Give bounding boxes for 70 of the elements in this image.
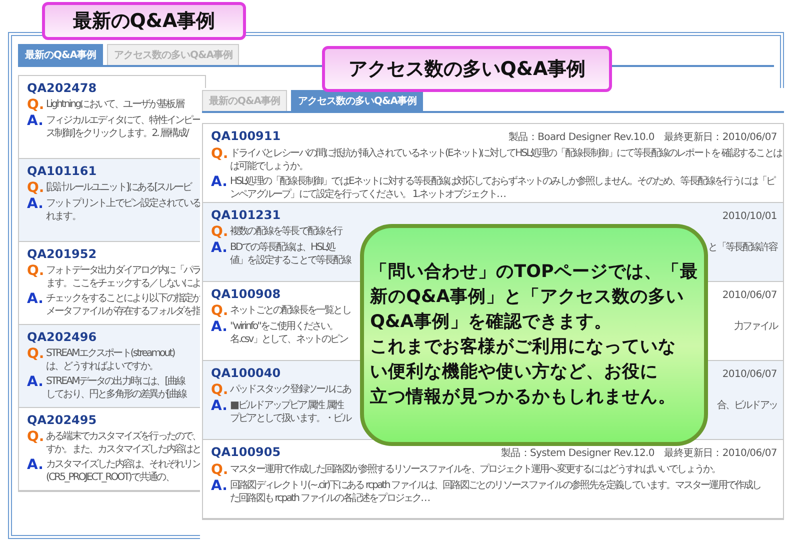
answer-text: と「等長配線許容 (708, 241, 777, 254)
product-date-text: 製品：Board Designer Rev.10.0 最終更新日：2010/06/07 (508, 130, 777, 144)
answer-text: れます。 (46, 210, 80, 223)
qa-id-link[interactable]: QA100911 (211, 129, 281, 143)
question-text: ます。ここをチェックする／しないによ (46, 277, 201, 290)
answer-mark-icon: A. (27, 375, 43, 401)
question-text: [設計ルールユニット]にある[スルービ (46, 181, 192, 194)
answer-mark-icon: A. (27, 292, 43, 318)
answer-text: ス制御]をクリックします。2. 層構成/ (46, 127, 188, 140)
question-mark-icon: Q. (27, 181, 43, 195)
question-text: Lightningにおいて、ユーザが基板層 (46, 98, 184, 111)
question-text: ある端末でカスタマイズを行ったので、 (46, 430, 201, 443)
answer-text: STREAMデータの出力時には、[曲線 (46, 375, 184, 388)
answer-text: プビアとして扱います。・ビル (230, 412, 350, 425)
answer-mark-icon: A. (211, 175, 227, 201)
answer-text: た回路図も rcpath ファイルの各記述をプロジェク… (230, 492, 430, 505)
question-text: STREAMエクスポート(streamout) (46, 347, 174, 360)
question-mark-icon: Q. (211, 225, 227, 239)
answer-text: "wirinfo"をご使用ください。 (230, 320, 338, 333)
info-text: 「問い合わせ」のTOPページでは、「最 新のQ&A事例」と「アクセス数の多い Q&A事例」を確認できます。 これまでお客様がご利用になっていな い便利な機能や使い方など、お役に 立つ情報が見つかるかもしれません。 (370, 261, 698, 409)
qa-id-link[interactable]: QA100905 (211, 445, 281, 459)
answer-mark-icon: A. (27, 458, 43, 484)
answer-mark-icon: A. (211, 479, 227, 505)
answer-mark-icon: A. (27, 114, 43, 140)
title-callout: アクセス数の多いQ&A事例 (322, 46, 612, 92)
qa-id-link[interactable]: QA100908 (211, 287, 281, 301)
question-text: は可能でしょうか。 (230, 160, 308, 173)
question-mark-icon: Q. (211, 383, 227, 397)
question-text: ネットごとの配線長を一覧とし (230, 304, 350, 317)
product-date-text: 2010/06/07 (722, 290, 777, 301)
question-mark-icon: Q. (27, 430, 43, 456)
product-date-text: 2010/10/01 (722, 211, 777, 222)
question-text: 複数の配線を等長で配線を行 (230, 225, 342, 238)
answer-text: 名.csv」として、ネットのピン (230, 333, 348, 346)
question-mark-icon: Q. (27, 347, 43, 373)
question-text: フォトデータ出力ダイアログ内に「パラ (46, 264, 201, 277)
answer-mark-icon: A. (211, 399, 227, 425)
answer-text: 値」を設定することで等長配線 (230, 254, 350, 267)
answer-text: ■ビルドアップビア属性 属性 (230, 399, 344, 412)
answer-text: 力ファイル (734, 320, 777, 333)
question-text: パッドスタック登録ツールにあ (230, 383, 350, 396)
question-mark-icon: Q. (27, 264, 43, 290)
answer-text: 合、ビルドアッ (716, 399, 777, 412)
answer-text: HSL処理の「配線長制御」ではEネットに対する等長配線は対応しておらずネットのみしか参照しません。そのため、等長配線を行うには「ピ (230, 175, 775, 188)
answer-mark-icon: A. (27, 197, 43, 223)
answer-text: (CR5_PROJECT_ROOT)で共通の、 (46, 471, 174, 484)
answer-mark-icon: A. (211, 241, 227, 267)
product-date-text: 製品：System Designer Rev.12.0 最終更新日：2010/06/07 (500, 446, 777, 460)
question-mark-icon: Q. (211, 147, 227, 173)
qa-id-link[interactable]: QA201952 (27, 247, 97, 261)
answer-text: 回路図ディレクトリ(~.cir)下にある rcpath ファイルは、回路図ごとのリソースファイルの参照先を定義しています。マスター運用で作成し (230, 479, 761, 492)
answer-text: ンペアグループ」にて設定を行ってください。 1.ネットオブジェクト… (230, 188, 506, 201)
question-text: ドライバとレシーバの間に抵抗が挿入されているネット(Eネット)に対してHSL処理の「配線長制御」にて等長配線のレポートを 確認することは (230, 147, 782, 160)
qa-id-link[interactable]: QA100040 (211, 366, 281, 380)
qa-id-link[interactable]: QA101231 (211, 208, 281, 222)
qa-id-link[interactable]: QA202495 (27, 413, 97, 427)
question-mark-icon: Q. (211, 463, 227, 477)
qa-id-link[interactable]: QA202496 (27, 330, 97, 344)
question-text: すか。また、カスタマイズした内容はと (46, 443, 201, 456)
question-mark-icon: Q. (27, 98, 43, 112)
product-date-text: 2010/06/07 (722, 369, 777, 380)
qa-id-link[interactable]: QA202478 (27, 81, 97, 95)
title-callout: 最新のQ&A事例 (42, 2, 246, 40)
qa-id-link[interactable]: QA101161 (27, 164, 97, 178)
question-mark-icon: Q. (211, 304, 227, 318)
answer-text: BDでの等長配線は、HSL処 (230, 241, 334, 254)
question-text: は、どうすればよいですか。 (46, 360, 158, 373)
answer-mark-icon: A. (211, 320, 227, 346)
answer-text: しており、円と多角形の差異が[曲線 (46, 388, 186, 401)
question-text: マスター運用で作成した回路図が参照するリソースファイルを、プロジェクト運用へ変更するにはどうすればいいでしょうか。 (230, 463, 720, 476)
